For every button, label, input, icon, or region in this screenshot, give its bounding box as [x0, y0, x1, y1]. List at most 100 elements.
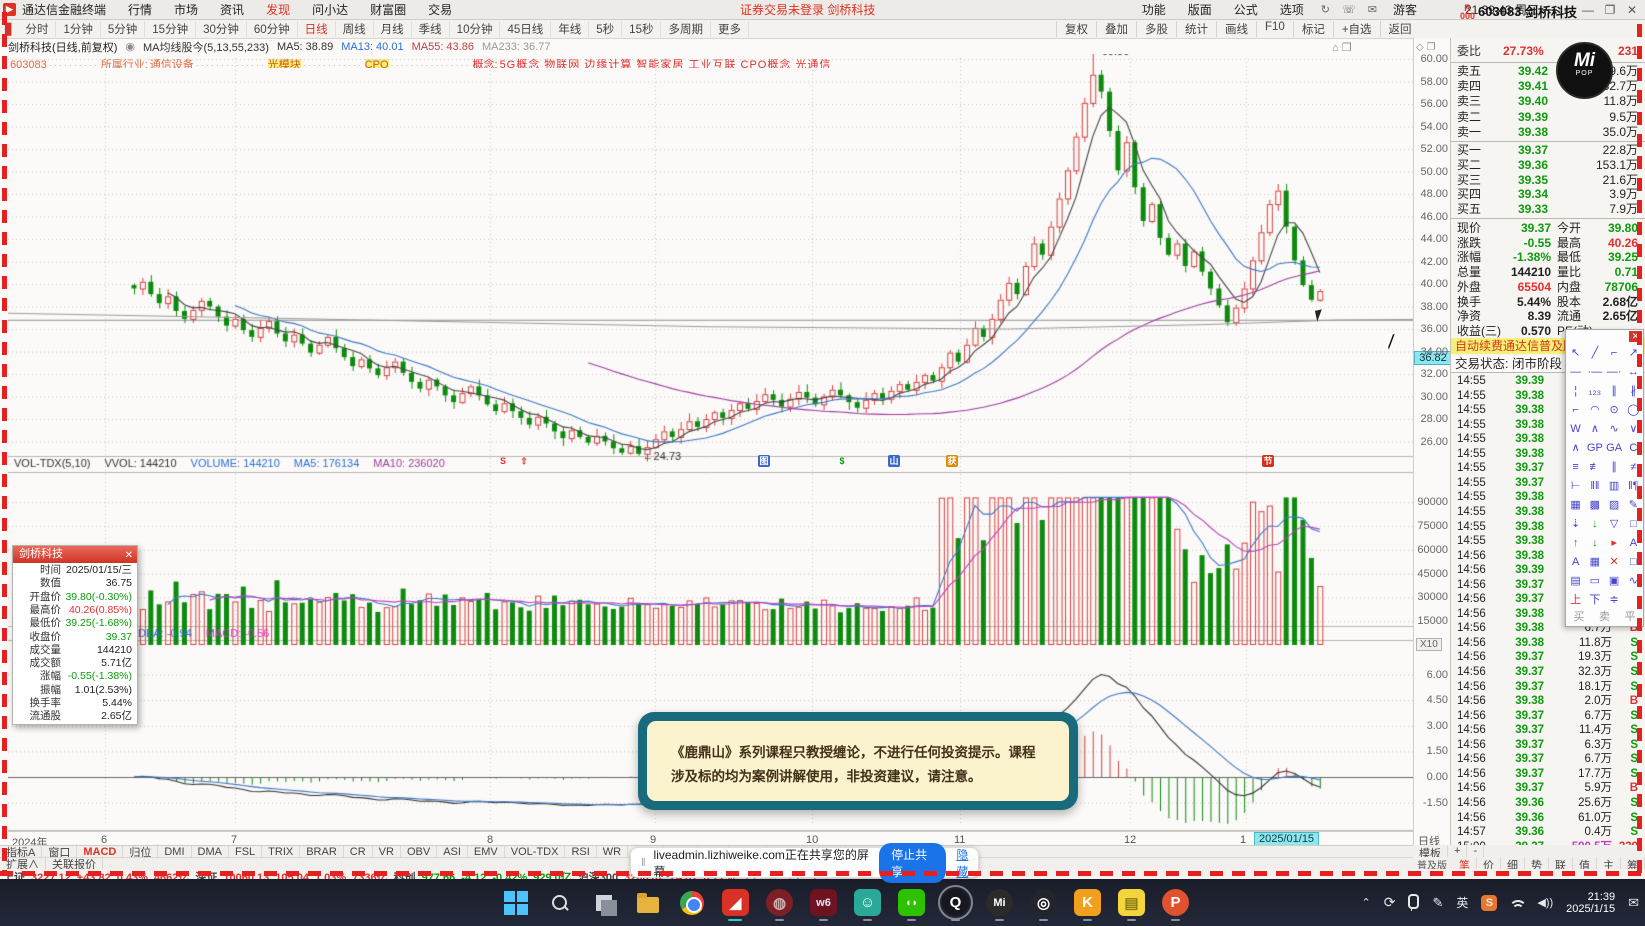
menu-市场[interactable]: 市场	[163, 1, 209, 18]
drawing-tool-icon[interactable]: ▭	[1585, 572, 1604, 591]
drawing-tool-icon[interactable]: ⊢	[1566, 477, 1585, 496]
event-marker-icon[interactable]: 图	[758, 455, 770, 467]
taskbar-icon-file-explorer[interactable]	[634, 889, 661, 916]
drawing-tool-icon[interactable]: ▣	[1605, 572, 1624, 591]
tray-clock[interactable]: 21:39 2025/1/15	[1566, 891, 1615, 915]
axis-icons[interactable]: ◇ ❐	[1416, 42, 1435, 53]
chart-mini-icons[interactable]: ⌂ ❐	[1332, 41, 1352, 54]
mail-icon[interactable]: ✉	[1362, 3, 1383, 16]
timeframe-月线[interactable]: 月线	[374, 21, 412, 37]
drawing-tool-icon[interactable]: ▽	[1605, 515, 1624, 534]
drawing-tool-icon[interactable]: ▩	[1585, 496, 1604, 515]
event-marker-icon[interactable]: ⇧	[518, 455, 530, 467]
pen-icon[interactable]: ✎	[1432, 895, 1443, 911]
menu-公式[interactable]: 公式	[1223, 1, 1269, 18]
drawing-tool-icon[interactable]: ·―	[1585, 363, 1604, 382]
action-返回[interactable]: 返回	[1379, 21, 1420, 37]
taskbar-icon-mi-app[interactable]: Mi	[986, 889, 1013, 921]
taskbar-icon-qq[interactable]: Q	[938, 885, 973, 921]
action-标记[interactable]: 标记	[1292, 21, 1333, 37]
drawing-tool-icon[interactable]: W	[1566, 420, 1585, 439]
drawing-tool-icon[interactable]: ✕	[1605, 553, 1624, 572]
action-F10[interactable]: F10	[1256, 21, 1293, 37]
minimize-icon[interactable]: —	[1577, 3, 1599, 17]
timeframe-5秒[interactable]: 5秒	[589, 21, 623, 37]
drawing-tool-icon[interactable]: ↓	[1585, 534, 1604, 553]
drawing-tool-icon[interactable]: ↖	[1566, 344, 1585, 363]
taskbar-icon-wechat[interactable]: ◖◗	[898, 889, 925, 921]
quote-tab-主[interactable]: 主	[1597, 857, 1621, 872]
microphone-icon[interactable]	[1408, 894, 1420, 911]
drawing-tool-icon[interactable]: ∧	[1585, 420, 1604, 439]
stop-sharing-button[interactable]: 停止共享	[879, 842, 947, 883]
taskbar-icon-task-view[interactable]	[590, 889, 617, 916]
menu-财富圈[interactable]: 财富圈	[359, 1, 417, 18]
menu-选项[interactable]: 选项	[1269, 1, 1315, 18]
taskbar-icon-teal-app[interactable]: ☺	[854, 889, 881, 921]
action-叠加[interactable]: 叠加	[1096, 21, 1136, 37]
drawing-tool-icon[interactable]: ⌐	[1605, 344, 1624, 363]
refresh-icon[interactable]: ↻	[1315, 3, 1336, 16]
drawing-tool-icon[interactable]: ╱	[1585, 344, 1604, 363]
drawing-tool-icon[interactable]: ↓	[1585, 515, 1604, 534]
action-多股[interactable]: 多股	[1136, 21, 1176, 37]
action-复权[interactable]: 复权	[1056, 21, 1096, 37]
maximize-icon[interactable]: ❐	[1599, 3, 1621, 17]
tray-chevron-icon[interactable]: ⌃	[1361, 896, 1370, 909]
taskbar-icon-sticky-notes[interactable]: ▤	[1118, 889, 1145, 921]
event-marker-icon[interactable]: 节	[1262, 455, 1274, 467]
taskbar-icon-chrome[interactable]	[678, 889, 705, 916]
home-icon[interactable]: ⌂	[1332, 42, 1339, 54]
taskbar-icon-red-circle-app[interactable]: ◍	[766, 889, 793, 921]
s-badge-icon[interactable]: S	[1481, 894, 1498, 911]
drawing-tool-icon[interactable]: ▤	[1566, 572, 1585, 591]
drawing-tool-icon[interactable]: ¦	[1566, 382, 1585, 401]
drawing-tool-icon[interactable]: ⇣	[1566, 515, 1585, 534]
drawing-tool-icon[interactable]: ∥	[1605, 382, 1624, 401]
drawing-tool-icon[interactable]: ⊙	[1605, 401, 1624, 420]
wifi-icon[interactable]	[1509, 898, 1528, 908]
drawing-tool-icon[interactable]: ₁₂₃	[1585, 382, 1604, 401]
drawing-tool-icon[interactable]: ▥	[1605, 477, 1624, 496]
timeframe-30分钟[interactable]: 30分钟	[196, 21, 247, 37]
menu-问小达[interactable]: 问小达	[301, 1, 359, 18]
drawing-tool-icon[interactable]: A	[1566, 553, 1585, 572]
menu-行情[interactable]: 行情	[117, 1, 163, 18]
close-icon[interactable]: ✕	[1621, 3, 1643, 17]
event-marker-icon[interactable]: 获	[946, 455, 958, 467]
drawing-tool-icon[interactable]: ∧	[1566, 439, 1585, 458]
drawing-tool-icon[interactable]: ∥	[1605, 458, 1624, 477]
drawing-tool-icon[interactable]: ‖‖	[1585, 477, 1604, 496]
menu-发现[interactable]: 发现	[255, 1, 301, 18]
ime-language[interactable]: 英	[1456, 894, 1468, 911]
palette-footer-平[interactable]: 平	[1625, 608, 1636, 624]
menu-资讯[interactable]: 资讯	[209, 1, 255, 18]
taskbar-icon-windows-start[interactable]	[502, 889, 529, 916]
drawing-tool-icon[interactable]: ◠	[1585, 401, 1604, 420]
menu-交易[interactable]: 交易	[417, 1, 463, 18]
notification-icon[interactable]: ✉	[1628, 895, 1639, 911]
guest-user[interactable]: 游客	[1383, 1, 1427, 18]
cast-icon[interactable]: ⟳	[1384, 894, 1396, 911]
menu-版面[interactable]: 版面	[1177, 1, 1223, 18]
drawing-tool-icon[interactable]: ▸	[1605, 534, 1624, 553]
quote-tool--[interactable]: -	[1467, 845, 1485, 857]
close-icon[interactable]: ✕	[125, 547, 133, 564]
timeframe-年线[interactable]: 年线	[551, 21, 590, 37]
event-marker-icon[interactable]: $	[836, 455, 848, 467]
quote-tab-细[interactable]: 细	[1501, 857, 1525, 872]
action-统计[interactable]: 统计	[1176, 21, 1216, 37]
drawing-tool-icon[interactable]: ≡	[1566, 458, 1585, 477]
menu-功能[interactable]: 功能	[1131, 1, 1177, 18]
version-note[interactable]: 普及版功能说明	[1413, 857, 1453, 902]
indicator-name[interactable]: MA均线股今(5,13,55,233)	[143, 39, 269, 55]
quote-tab-势[interactable]: 势	[1525, 857, 1549, 872]
taskbar-icon-tdx-app[interactable]: ◢	[722, 889, 749, 921]
drawing-tool-icon[interactable]: GA	[1605, 439, 1624, 458]
timeframe-10分钟[interactable]: 10分钟	[450, 21, 501, 37]
timeframe-分时[interactable]: 分时	[18, 21, 57, 37]
timeframe-15秒[interactable]: 15秒	[622, 21, 662, 37]
speaker-icon[interactable]: ◀))	[1537, 896, 1553, 909]
quote-tab-值[interactable]: 值	[1573, 857, 1597, 872]
timeframe-1分钟[interactable]: 1分钟	[56, 21, 101, 37]
